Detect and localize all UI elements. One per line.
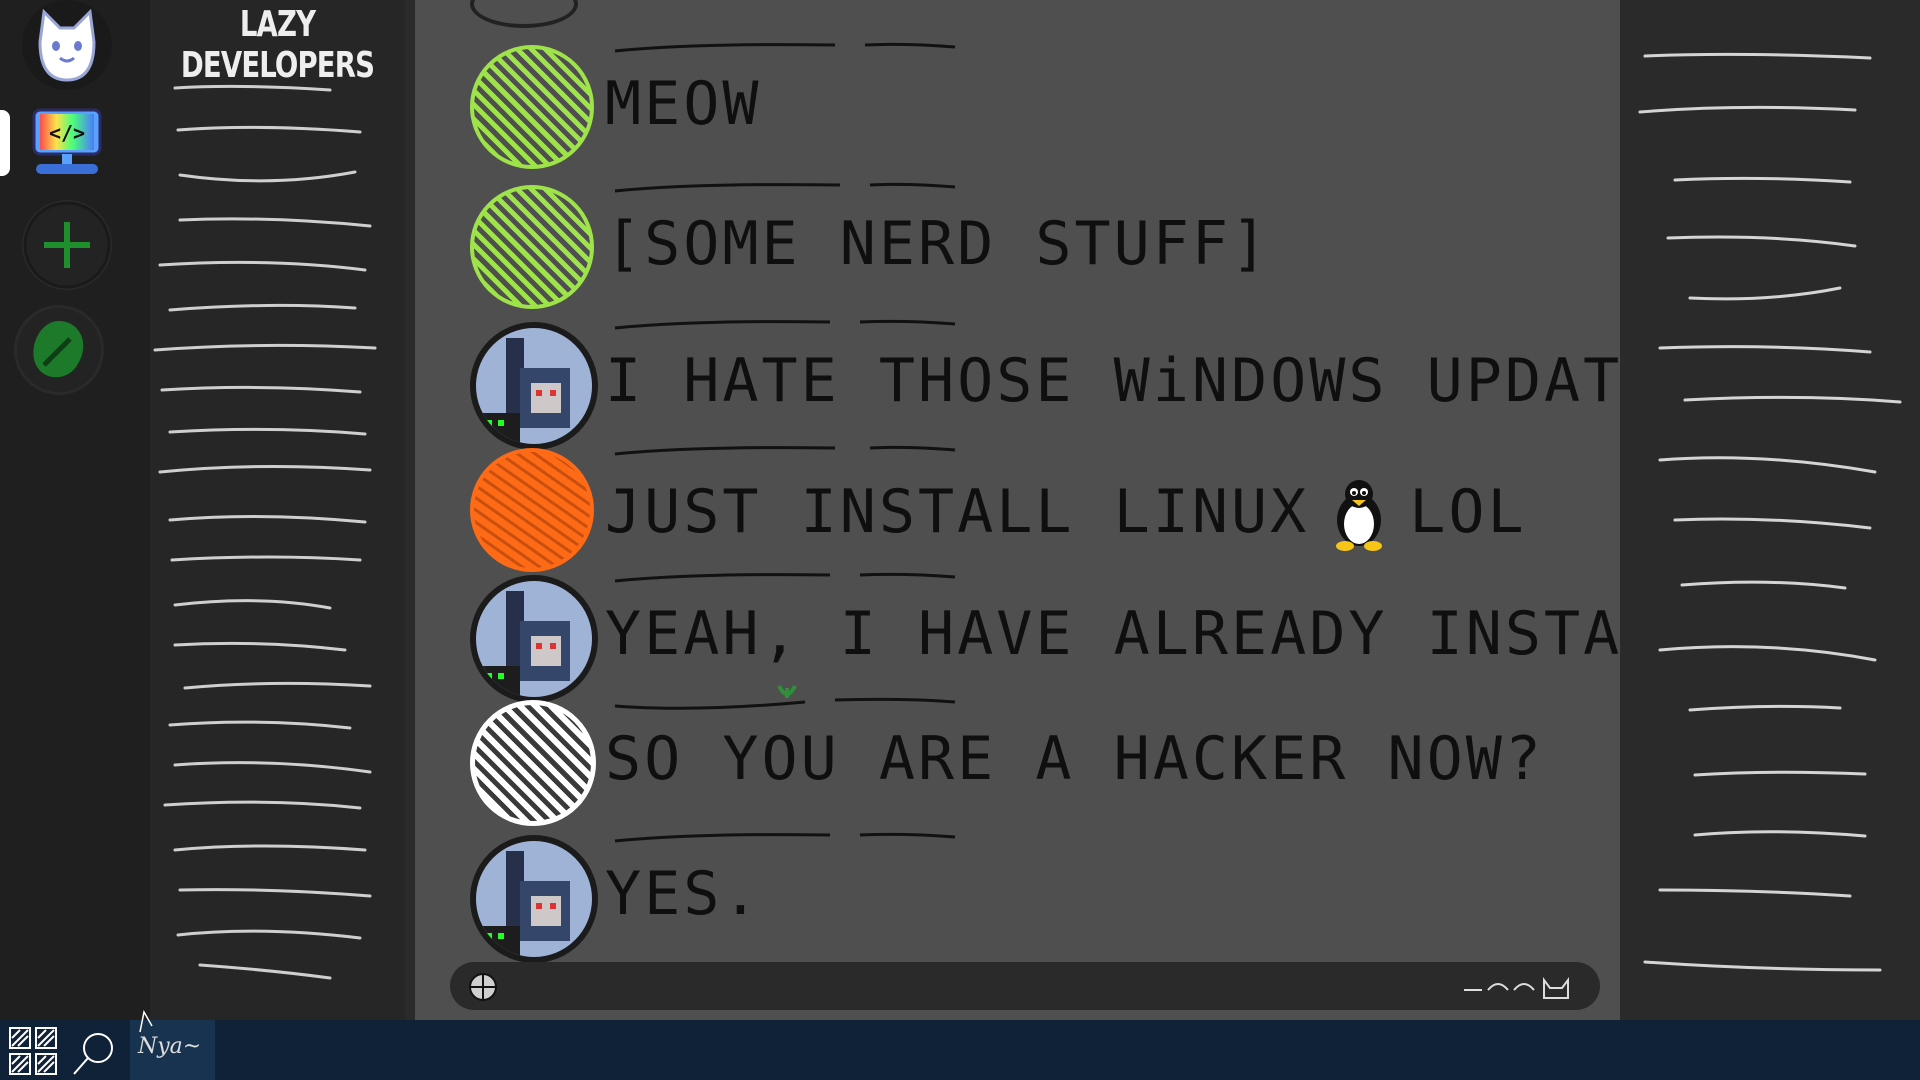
channel-list[interactable] [150,60,405,1060]
avatar[interactable] [470,185,594,309]
search-icon[interactable] [70,1028,118,1076]
add-server-icon[interactable] [22,200,112,290]
member-list[interactable] [1620,0,1920,1020]
explore-icon[interactable] [14,305,104,395]
taskbar-app-button[interactable]: Nya~ [130,1009,215,1080]
avatar[interactable] [470,448,594,572]
list-item: [SOME NERD STUFF] [440,182,1620,309]
list-item: MEOW [440,42,1620,169]
chat-area: MEOW [SOME NERD STUFF] I HATE THOSE WiND… [415,0,1893,1020]
avatar[interactable] [470,575,598,703]
list-item: YES. [440,832,1620,963]
list-item: I HATE THOSE WiNDOWS UPDATES [440,319,1697,450]
message-meta [614,445,956,456]
list-item: SO YOU ARE A HACKER NOW? [440,697,1620,826]
message-text: SO YOU ARE A HACKER NOW? [605,724,1544,794]
attach-icon[interactable] [468,972,498,1002]
cat-bot-icon[interactable] [22,0,112,90]
avatar[interactable] [470,700,596,826]
tux-icon [1329,472,1389,552]
reaction-icon[interactable] [775,680,799,704]
list-item: YEAH, I HAVE ALREADY INSTALLED IT [440,572,1893,703]
message-text: [SOME NERD STUFF] [605,209,1271,279]
channel-sidebar: LAZY DEVELOPERS [150,0,405,1020]
taskbar [0,1020,1920,1080]
message-text-suffix: LOL [1409,477,1527,547]
start-menu-icon[interactable] [8,1026,58,1076]
message-input[interactable] [450,962,1600,1010]
message-content: JUST INSTALL LINUX LOL [605,472,1527,552]
avatar[interactable] [470,835,598,963]
server-rail: </> [0,0,150,1020]
active-server-indicator [0,110,10,176]
message-text: JUST INSTALL LINUX [605,477,1310,547]
avatar[interactable] [470,322,598,450]
avatar[interactable] [470,45,594,169]
message-meta [614,42,956,53]
emoji-icon[interactable] [1462,968,1582,1004]
taskbar-app-label: Nya~ [138,1034,202,1059]
message-text: YES. [605,859,762,929]
message-meta [614,182,956,193]
message-text: MEOW [605,69,762,139]
code-server-icon[interactable]: </> [22,98,112,188]
avatar [470,0,578,28]
list-item: JUST INSTALL LINUX LOL [440,445,1620,572]
message-meta [614,832,956,843]
message-text: I HATE THOSE WiNDOWS UPDATES [605,346,1701,416]
svg-text:</>: </> [49,121,85,145]
message-meta [614,572,956,583]
message-meta [614,319,956,330]
